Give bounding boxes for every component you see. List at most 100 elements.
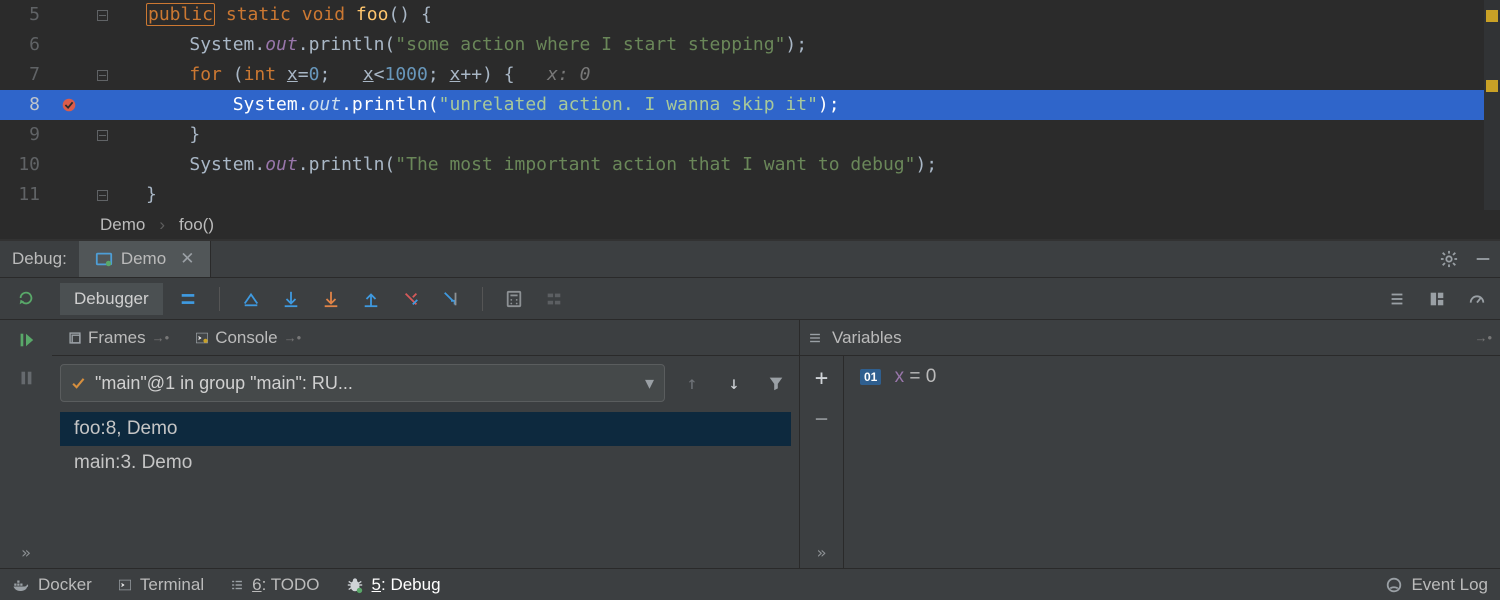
code-line[interactable]: 7 for (int x=0; x<1000; x++) { x: 0 <box>0 60 1500 90</box>
code-line[interactable]: 10 System.out.println("The most importan… <box>0 150 1500 180</box>
stack-frames-list[interactable]: foo:8, Demo main:3. Demo <box>60 412 791 480</box>
debugger-tab[interactable]: Debugger <box>60 283 163 315</box>
code-line[interactable]: 5 public static void foo() { <box>0 0 1500 30</box>
docker-toolwindow-button[interactable]: Docker <box>12 575 92 595</box>
code-line[interactable]: 9 } <box>0 120 1500 150</box>
code-text[interactable]: for (int x=0; x<1000; x++) { x: 0 <box>146 60 590 90</box>
filter-frames-button[interactable] <box>761 368 791 398</box>
frames-pane: Frames →• Console →• "main"@1 in group "… <box>52 320 800 568</box>
debug-mnemonic: 5 <box>372 575 381 594</box>
breakpoint-gutter[interactable] <box>46 96 92 114</box>
prev-frame-button[interactable]: ↑ <box>677 368 707 398</box>
show-execution-point-button[interactable] <box>236 284 266 314</box>
console-tab[interactable]: Console →• <box>187 324 309 352</box>
code-editor[interactable]: 5 public static void foo() { 6 System.ou… <box>0 0 1500 210</box>
minimize-button[interactable] <box>1466 242 1500 276</box>
stack-frame[interactable]: main:3. Demo <box>60 446 791 480</box>
code-text[interactable]: System.out.println("unrelated action. I … <box>146 90 840 120</box>
docker-label: Docker <box>38 575 92 595</box>
trace-icon <box>545 290 563 308</box>
todo-icon <box>230 578 244 592</box>
debug-toolwindow-header: Debug: Demo ✕ <box>0 240 1500 278</box>
drop-frame-button[interactable] <box>396 284 426 314</box>
code-line[interactable]: 11 } <box>0 180 1500 210</box>
threads-icon <box>179 290 197 308</box>
evaluate-expression-button[interactable] <box>499 284 529 314</box>
terminal-toolwindow-button[interactable]: Terminal <box>118 575 204 595</box>
list-icon <box>808 331 822 345</box>
rerun-icon <box>17 289 35 307</box>
rerun-button[interactable] <box>8 280 44 316</box>
event-log-icon <box>1385 576 1403 594</box>
variable-name[interactable]: x <box>895 366 905 387</box>
pause-button[interactable] <box>8 360 44 396</box>
settings-button[interactable] <box>1432 242 1466 276</box>
code-text[interactable]: } <box>146 120 200 150</box>
fold-gutter[interactable] <box>92 190 112 201</box>
fold-gutter[interactable] <box>92 70 112 81</box>
minimize-icon <box>1474 250 1492 268</box>
run-to-cursor-button[interactable] <box>436 284 466 314</box>
run-to-cursor-icon <box>442 290 460 308</box>
execution-point-icon <box>242 290 260 308</box>
threads-view-button[interactable] <box>173 284 203 314</box>
more-vars-button[interactable]: » <box>803 537 841 568</box>
breadcrumb-item[interactable]: Demo <box>100 215 145 235</box>
marker-bar[interactable] <box>1484 0 1500 210</box>
debug-panes: » Frames →• Console →• "main"@1 in group… <box>0 320 1500 568</box>
pin-icon[interactable]: →• <box>152 330 170 345</box>
layout-button[interactable] <box>1382 284 1412 314</box>
fold-gutter[interactable] <box>92 10 112 21</box>
next-frame-button[interactable]: ↓ <box>719 368 749 398</box>
code-line[interactable]: 6 System.out.println("some action where … <box>0 30 1500 60</box>
step-into-button[interactable] <box>316 284 346 314</box>
event-log-button[interactable]: Event Log <box>1385 575 1488 595</box>
pin-icon[interactable]: →• <box>284 330 302 345</box>
pin-icon[interactable]: →• <box>1474 330 1492 345</box>
fold-icon[interactable] <box>97 190 108 201</box>
step-out-button[interactable] <box>356 284 386 314</box>
terminal-label: Terminal <box>140 575 204 595</box>
close-tab-icon[interactable]: ✕ <box>180 249 194 269</box>
todo-label: : TODO <box>262 575 320 594</box>
warning-marker-icon[interactable] <box>1486 10 1498 22</box>
breakpoint-icon[interactable] <box>60 96 78 114</box>
fold-icon[interactable] <box>97 70 108 81</box>
breadcrumb-item[interactable]: foo() <box>179 215 214 235</box>
thread-dropdown[interactable]: "main"@1 in group "main": RU... ▾ <box>60 364 665 402</box>
step-out-icon <box>362 290 380 308</box>
remove-watch-button[interactable]: − <box>815 407 828 432</box>
console-tab-label: Console <box>215 328 277 348</box>
add-watch-button[interactable]: + <box>815 366 828 391</box>
resume-button[interactable] <box>8 322 44 358</box>
code-text[interactable]: System.out.println("The most important a… <box>146 150 937 180</box>
fold-icon[interactable] <box>97 130 108 141</box>
frames-tab[interactable]: Frames →• <box>60 324 177 352</box>
step-over-icon <box>282 290 300 308</box>
console-icon <box>195 331 209 345</box>
code-line-current[interactable]: 8 System.out.println("unrelated action. … <box>0 90 1500 120</box>
variables-list[interactable]: 01 x = 0 <box>844 356 1500 568</box>
docker-icon <box>12 576 30 594</box>
variable-value-text: = 0 <box>909 366 936 387</box>
restore-layout-button[interactable] <box>1422 284 1452 314</box>
warning-marker-icon[interactable] <box>1486 80 1498 92</box>
code-text[interactable]: System.out.println("some action where I … <box>146 30 807 60</box>
fold-icon[interactable] <box>97 10 108 21</box>
stack-frame[interactable]: foo:8, Demo <box>60 412 791 446</box>
debug-session-name: Demo <box>121 249 166 269</box>
overhead-button[interactable] <box>1462 284 1492 314</box>
drop-frame-icon <box>402 290 420 308</box>
todo-toolwindow-button[interactable]: 6: TODO <box>230 575 319 595</box>
more-actions-button[interactable]: » <box>7 537 45 568</box>
code-text[interactable]: } <box>146 180 157 210</box>
check-icon <box>71 376 85 390</box>
breadcrumb[interactable]: Demo › foo() <box>0 210 1500 240</box>
thread-label: "main"@1 in group "main": RU... <box>95 373 353 394</box>
fold-gutter[interactable] <box>92 130 112 141</box>
trace-button[interactable] <box>539 284 569 314</box>
debug-session-tab[interactable]: Demo ✕ <box>79 241 212 277</box>
step-over-button[interactable] <box>276 284 306 314</box>
debug-toolwindow-button[interactable]: 5: Debug <box>346 575 441 595</box>
code-text[interactable]: public static void foo() { <box>146 0 432 30</box>
